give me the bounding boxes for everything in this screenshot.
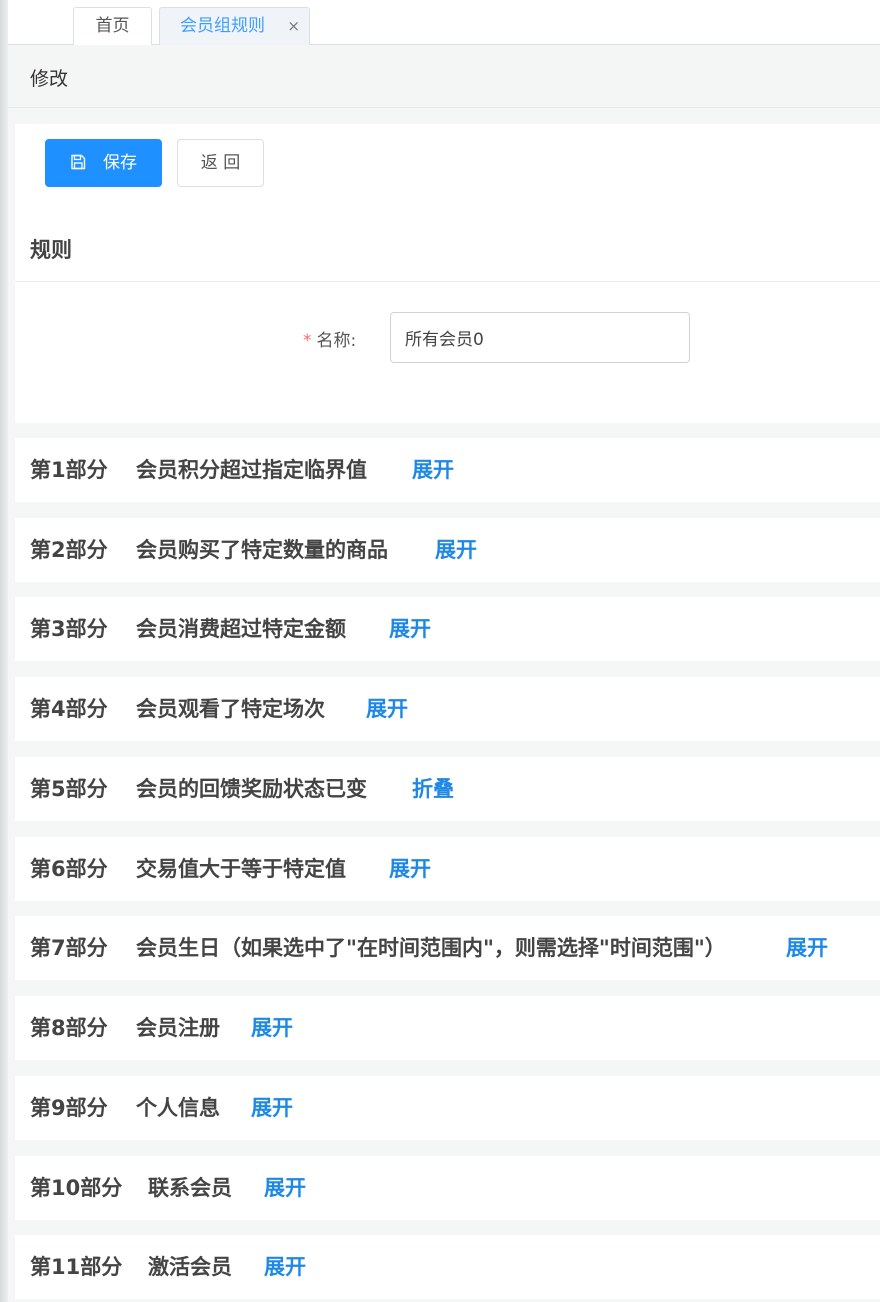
page-header: 修改 [0,45,880,108]
save-icon [71,154,86,170]
back-button-label: 返 回 [200,153,241,173]
required-mark: * [303,331,312,351]
expand-toggle[interactable]: 展开 [251,1076,293,1140]
name-label-text: 名称: [316,331,357,351]
expand-toggle[interactable]: 展开 [389,837,431,901]
expand-toggle[interactable]: 展开 [435,518,477,582]
section-10: 第10部分 联系会员 展开 [15,1156,880,1220]
expand-toggle[interactable]: 展开 [264,1235,306,1299]
section-title: 激活会员 [148,1255,232,1279]
rule-section-title: 规则 [30,238,72,262]
section-number: 第6部分 [30,857,108,881]
expand-toggle[interactable]: 展开 [412,438,454,502]
section-title: 会员观看了特定场次 [136,697,325,721]
section-number: 第11部分 [30,1255,123,1279]
section-number: 第8部分 [30,1016,108,1040]
section-title: 个人信息 [136,1096,220,1120]
section-6: 第6部分 交易值大于等于特定值 展开 [15,837,880,901]
section-9: 第9部分 个人信息 展开 [15,1076,880,1140]
section-number: 第9部分 [30,1096,108,1120]
tab-home-label: 首页 [95,16,130,36]
save-button-label: 保存 [103,153,137,173]
page: 首页 会员组规则 × 修改 保存 返 回 规则 *名称: 第 [0,0,880,1302]
section-1: 第1部分 会员积分超过指定临界值 展开 [15,438,880,502]
left-edge-shadow [0,0,8,1302]
section-3: 第3部分 会员消费超过特定金额 展开 [15,597,880,661]
section-8: 第8部分 会员注册 展开 [15,996,880,1060]
name-field-label: * 名称: [303,326,356,351]
tab-home[interactable]: 首页 [73,7,152,45]
page-title: 修改 [30,68,69,90]
section-title: 联系会员 [148,1176,232,1200]
tab-member-group-rules-label: 会员组规则 [180,16,265,36]
expand-toggle[interactable]: 展开 [264,1156,306,1220]
section-number: 第4部分 [30,697,108,721]
section-title: 会员购买了特定数量的商品 [136,538,388,562]
section-title: 会员积分超过指定临界值 [136,458,367,482]
section-number: 第2部分 [30,538,108,562]
section-number: 第10部分 [30,1176,123,1200]
section-number: 第5部分 [30,777,108,801]
section-title: 交易值大于等于特定值 [136,857,346,881]
close-icon[interactable]: × [287,8,300,44]
expand-toggle[interactable]: 展开 [251,996,293,1060]
section-5: 第5部分 会员的回馈奖励状态已变 折叠 [15,757,880,821]
section-11: 第11部分 激活会员 展开 [15,1235,880,1299]
save-button[interactable]: 保存 [45,139,162,187]
tab-member-group-rules[interactable]: 会员组规则 × [159,7,310,45]
back-button[interactable]: 返 回 [177,139,264,187]
collapse-toggle[interactable]: 折叠 [412,757,454,821]
section-title: 会员注册 [136,1016,220,1040]
section-title: 会员的回馈奖励状态已变 [136,777,367,801]
name-input[interactable] [390,312,690,363]
expand-toggle[interactable]: 展开 [786,916,828,980]
section-number: 第7部分 [30,936,108,960]
section-number: 第3部分 [30,617,108,641]
section-number: 第1部分 [30,458,108,482]
tab-bar: 首页 会员组规则 × [0,0,880,45]
section-2: 第2部分 会员购买了特定数量的商品 展开 [15,518,880,582]
rule-form-card: 保存 返 回 规则 * 名称: [15,124,880,423]
section-4: 第4部分 会员观看了特定场次 展开 [15,677,880,741]
rule-divider [15,281,880,282]
section-title: 会员生日（如果选中了"在时间范围内"，则需选择"时间范围"） [136,936,726,960]
expand-toggle[interactable]: 展开 [389,597,431,661]
expand-toggle[interactable]: 展开 [366,677,408,741]
section-7: 第7部分 会员生日（如果选中了"在时间范围内"，则需选择"时间范围"） 展开 [15,916,880,980]
section-title: 会员消费超过特定金额 [136,617,346,641]
